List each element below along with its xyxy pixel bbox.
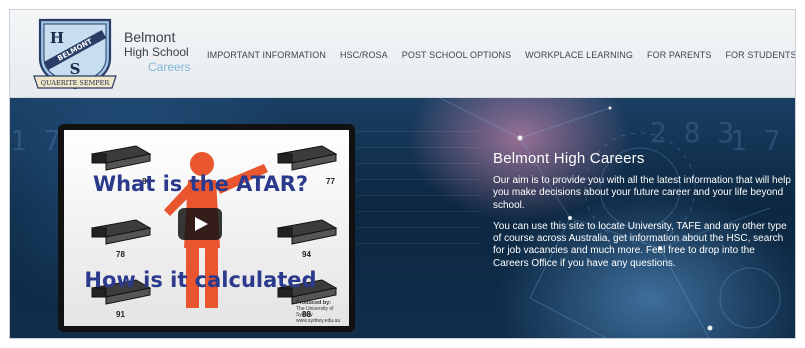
hero-paragraph-usage: You can use this site to locate Universi… — [493, 220, 787, 269]
video-thumbnail[interactable]: 86 77 78 94 91 88 What is the ATAR? How … — [64, 130, 349, 326]
credits-url: www.sydney.edu.au — [296, 318, 341, 324]
school-logo[interactable]: BELMONT H S QUAERITE SEMPER — [30, 14, 120, 92]
video-title-line-2: How is it calculated — [84, 268, 317, 292]
faded-menu-item — [340, 212, 480, 228]
faded-menu-item — [340, 180, 480, 196]
browser-frame: BELMONT H S QUAERITE SEMPER Belmont High… — [9, 9, 796, 339]
video-credits: Produced by: The University of Sydney ww… — [296, 300, 349, 324]
nav-important-information[interactable]: IMPORTANT INFORMATION — [207, 50, 326, 60]
play-button-icon[interactable] — [178, 208, 222, 240]
logo-initial-s: S — [70, 60, 81, 78]
nav-for-students[interactable]: FOR STUDENTS — [725, 50, 795, 60]
logo-motto: QUAERITE SEMPER — [41, 79, 111, 87]
nav-hsc-rosa[interactable]: HSC/ROSA — [340, 50, 388, 60]
nav-post-school-options[interactable]: POST SCHOOL OPTIONS — [402, 50, 511, 60]
faded-menu-item — [340, 148, 480, 164]
hero-paragraph-aim: Our aim is to provide you with all the l… — [493, 175, 791, 211]
faded-menu-item — [340, 132, 480, 148]
hero-content: Belmont High Careers Our aim is to provi… — [493, 150, 793, 279]
faded-menu-item — [340, 116, 480, 132]
drive-number: 91 — [116, 310, 125, 319]
faded-menu-item — [340, 196, 480, 212]
hero-banner: 1 7 2 2 8 3 1 7 86 77 78 94 91 88 What i… — [10, 98, 795, 338]
drive-number: 94 — [302, 250, 311, 259]
nav-workplace-learning[interactable]: WORKPLACE LEARNING — [525, 50, 633, 60]
faded-menu-item — [340, 228, 480, 244]
faded-menu-list — [340, 116, 480, 244]
logo-initial-h: H — [50, 29, 64, 47]
nav-for-parents[interactable]: FOR PARENTS — [647, 50, 711, 60]
credits-producer: The University of Sydney — [296, 306, 334, 318]
site-header: BELMONT H S QUAERITE SEMPER Belmont High… — [10, 10, 795, 98]
faded-menu-item — [340, 164, 480, 180]
brand-line-high-school: High School — [124, 45, 189, 59]
main-nav: IMPORTANT INFORMATION HSC/ROSA POST SCHO… — [207, 50, 795, 60]
site-brand[interactable]: Belmont High School Careers — [124, 30, 191, 75]
video-title-line-1: What is the ATAR? — [92, 172, 309, 196]
brand-line-careers: Careers — [148, 60, 191, 74]
brand-line-belmont: Belmont — [124, 29, 176, 45]
drive-number: 78 — [116, 250, 125, 259]
atar-video-player[interactable]: 86 77 78 94 91 88 What is the ATAR? How … — [58, 124, 355, 332]
hero-title: Belmont High Careers — [493, 150, 645, 167]
svg-text:2 8 3: 2 8 3 — [650, 116, 734, 149]
